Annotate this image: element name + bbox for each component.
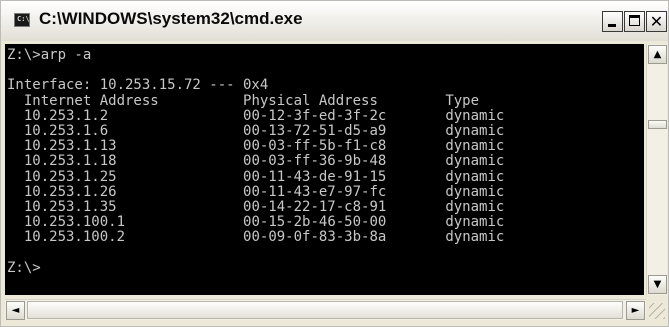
arp-physical-address: 00-11-43-e7-97-fc bbox=[243, 183, 387, 200]
resize-grip-icon[interactable] bbox=[649, 303, 665, 319]
cmd-window: C:\ C:\WINDOWS\system32\cmd.exe ✕ Z:\>ar… bbox=[0, 0, 669, 327]
scroll-left-button[interactable]: ◄ bbox=[6, 301, 25, 320]
arp-entry-row: 10.253.1.35 00-14-22-17-c8-91 dynamic bbox=[7, 199, 504, 215]
close-button[interactable]: ✕ bbox=[646, 11, 667, 32]
window-title: C:\WINDOWS\system32\cmd.exe bbox=[39, 9, 303, 28]
left-arrow-icon: ◄ bbox=[11, 305, 20, 316]
maximize-button[interactable] bbox=[624, 11, 645, 32]
arp-ip-address: 10.253.1.26 bbox=[23, 183, 117, 200]
arp-ip-address: 10.253.1.35 bbox=[23, 199, 117, 216]
title-bar[interactable]: C:\ C:\WINDOWS\system32\cmd.exe ✕ bbox=[1, 1, 668, 41]
arp-type: dynamic bbox=[445, 183, 505, 200]
prompt-line: Z:\> bbox=[7, 259, 41, 276]
scroll-up-button[interactable]: ▲ bbox=[648, 45, 667, 64]
command-line: Z:\>arp -a bbox=[7, 47, 92, 63]
arp-entry-row: 10.253.1.26 00-11-43-e7-97-fc dynamic bbox=[7, 184, 504, 200]
arp-ip-address: 10.253.1.25 bbox=[23, 168, 117, 185]
interface-line: Interface: 10.253.15.72 --- 0x4 bbox=[7, 77, 269, 94]
column-header-type: Type bbox=[445, 92, 480, 109]
arp-physical-address: 00-12-3f-ed-3f-2c bbox=[243, 107, 387, 124]
arp-table: 10.253.1.2 00-12-3f-ed-3f-2c dynamic 10.… bbox=[7, 108, 505, 246]
arp-entry-row: 10.253.100.2 00-09-0f-83-3b-8a dynamic bbox=[7, 229, 505, 246]
arp-type: dynamic bbox=[445, 229, 505, 246]
scroll-right-button[interactable]: ► bbox=[626, 301, 645, 320]
minimize-button[interactable] bbox=[602, 11, 623, 32]
arp-physical-address: 00-03-ff-36-9b-48 bbox=[243, 153, 387, 170]
arp-ip-address: 10.253.1.6 bbox=[23, 123, 109, 140]
arp-physical-address: 00-09-0f-83-3b-8a bbox=[243, 229, 387, 246]
horizontal-scroll-thumb[interactable] bbox=[27, 301, 623, 319]
right-arrow-icon: ► bbox=[631, 305, 640, 316]
arp-type: dynamic bbox=[445, 138, 505, 155]
arp-ip-address: 10.253.1.18 bbox=[23, 153, 117, 170]
maximize-icon bbox=[629, 15, 640, 26]
arp-entry-row: 10.253.1.25 00-11-43-de-91-15 dynamic bbox=[7, 169, 504, 185]
arp-type: dynamic bbox=[445, 153, 505, 170]
cmd-icon[interactable]: C:\ bbox=[14, 13, 30, 27]
down-arrow-icon: ▼ bbox=[653, 279, 662, 290]
arp-type: dynamic bbox=[445, 123, 505, 140]
console-output[interactable]: Z:\>arp -a Interface: 10.253.15.72 --- 0… bbox=[5, 44, 644, 295]
arp-ip-address: 10.253.100.2 bbox=[23, 229, 126, 246]
arp-physical-address: 00-11-43-de-91-15 bbox=[243, 168, 387, 185]
arp-entry-row: 10.253.1.13 00-03-ff-5b-f1-c8 dynamic bbox=[7, 138, 504, 154]
column-header-physical-address: Physical Address bbox=[243, 92, 378, 109]
close-icon: ✕ bbox=[649, 12, 664, 31]
arp-entry-row: 10.253.1.6 00-13-72-51-d5-a9 dynamic bbox=[7, 123, 504, 139]
vertical-scrollbar[interactable]: ▲ ▼ bbox=[646, 44, 667, 295]
scroll-down-button[interactable]: ▼ bbox=[648, 275, 667, 294]
arp-physical-address: 00-13-72-51-d5-a9 bbox=[243, 123, 387, 140]
horizontal-scrollbar[interactable]: ◄ ► bbox=[5, 299, 646, 320]
arp-physical-address: 00-15-2b-46-50-00 bbox=[243, 214, 387, 231]
arp-ip-address: 10.253.1.2 bbox=[23, 107, 109, 124]
arp-ip-address: 10.253.100.1 bbox=[23, 214, 126, 231]
arp-entry-row: 10.253.1.18 00-03-ff-36-9b-48 dynamic bbox=[7, 153, 504, 169]
column-header-internet-address: Internet Address bbox=[23, 92, 159, 109]
up-arrow-icon: ▲ bbox=[653, 49, 662, 60]
arp-physical-address: 00-03-ff-5b-f1-c8 bbox=[243, 138, 387, 155]
arp-entry-row: 10.253.1.2 00-12-3f-ed-3f-2c dynamic bbox=[7, 108, 504, 124]
minimize-icon bbox=[608, 24, 616, 27]
arp-type: dynamic bbox=[445, 199, 505, 216]
arp-type: dynamic bbox=[445, 168, 505, 185]
arp-ip-address: 10.253.1.13 bbox=[23, 138, 117, 155]
arp-type: dynamic bbox=[445, 107, 505, 124]
vertical-scroll-thumb[interactable] bbox=[648, 120, 667, 129]
arp-type: dynamic bbox=[445, 214, 505, 231]
arp-entry-row: 10.253.100.1 00-15-2b-46-50-00 dynamic bbox=[7, 214, 505, 231]
arp-physical-address: 00-14-22-17-c8-91 bbox=[243, 199, 387, 216]
